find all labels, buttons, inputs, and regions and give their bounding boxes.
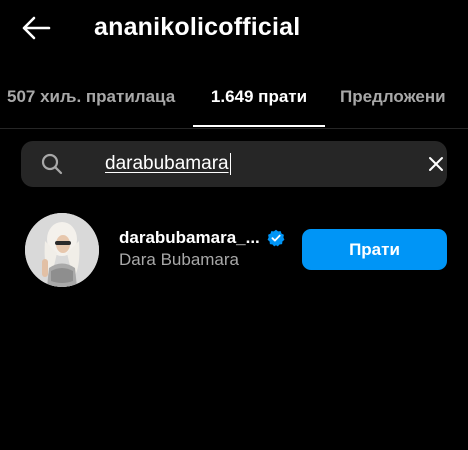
list-item[interactable]: darabubamara_... Dara Bubamara Прати xyxy=(0,208,468,288)
username-row: darabubamara_... xyxy=(119,228,285,248)
follow-button[interactable]: Прати xyxy=(302,229,447,270)
search-icon xyxy=(41,153,63,175)
search-bar[interactable]: darabubamara xyxy=(21,141,447,187)
avatar[interactable] xyxy=(25,213,99,287)
search-input-value: darabubamara xyxy=(105,153,229,174)
verified-badge-icon xyxy=(267,229,285,247)
search-input[interactable]: darabubamara xyxy=(105,141,231,187)
tab-suggested[interactable]: Предложени xyxy=(340,74,446,127)
tab-following[interactable]: 1.649 прати xyxy=(193,74,325,127)
close-icon[interactable] xyxy=(427,155,445,173)
text-cursor xyxy=(229,152,231,175)
top-bar: ananikolicofficial xyxy=(0,0,468,56)
arrow-left-icon xyxy=(22,16,51,40)
username[interactable]: darabubamara_... xyxy=(119,228,260,248)
tab-bar: 507 хиљ. пратилаца 1.649 прати Предложен… xyxy=(0,74,468,129)
active-tab-indicator xyxy=(193,125,325,127)
tab-followers[interactable]: 507 хиљ. пратилаца xyxy=(7,74,175,127)
avatar-image xyxy=(25,213,99,287)
full-name: Dara Bubamara xyxy=(119,250,240,269)
page-title: ananikolicofficial xyxy=(94,13,301,41)
back-button[interactable] xyxy=(18,12,54,44)
